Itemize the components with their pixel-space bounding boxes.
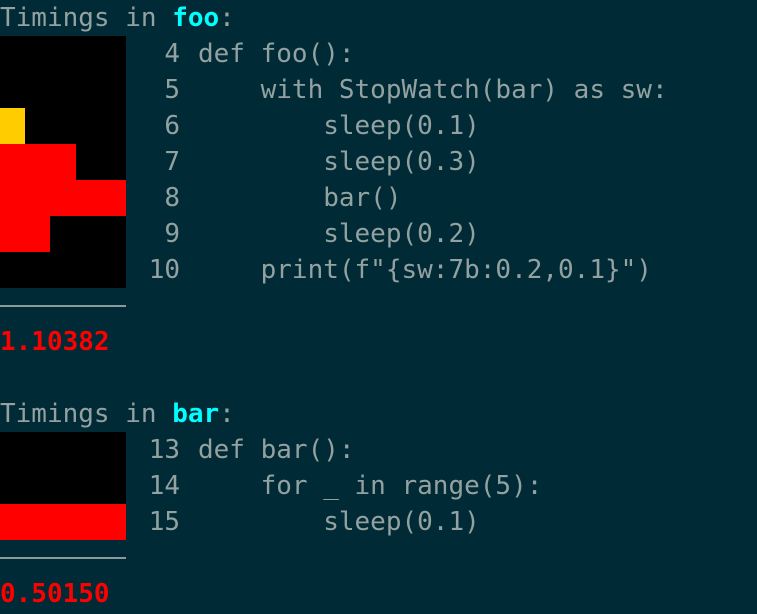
timing-bars <box>0 432 126 540</box>
total-time: 0.50150 <box>0 579 110 609</box>
code-text: def bar(): <box>198 435 355 465</box>
code-line: 4 def foo(): <box>126 36 355 72</box>
line-number: 9 <box>164 219 180 249</box>
line-number: 13 <box>148 435 180 465</box>
timing-bar <box>0 216 50 252</box>
line-number: 7 <box>164 147 180 177</box>
total-divider <box>0 305 126 307</box>
function-name: foo <box>172 3 220 33</box>
timing-bar <box>0 180 126 216</box>
code-text: sleep(0.3) <box>198 147 480 177</box>
function-name: bar <box>172 399 220 429</box>
line-number: 5 <box>164 75 180 105</box>
line-number: 8 <box>164 183 180 213</box>
timings-header-bar: Timings in bar: <box>0 396 235 432</box>
total-time: 1.10382 <box>0 327 110 357</box>
code-line: 15 sleep(0.1) <box>126 504 480 540</box>
line-number: 14 <box>148 471 180 501</box>
header-prefix: Timings in <box>0 399 173 429</box>
code-text: def foo(): <box>198 39 355 69</box>
code-line: 7 sleep(0.3) <box>126 144 480 180</box>
timing-bars <box>0 36 126 288</box>
code-line: 13 def bar(): <box>126 432 355 468</box>
line-number: 10 <box>148 255 180 285</box>
code-line: 5 with StopWatch(bar) as sw: <box>126 72 668 108</box>
code-text: sleep(0.1) <box>198 507 480 537</box>
line-number: 6 <box>164 111 180 141</box>
timing-bar <box>0 144 76 180</box>
code-line: 10 print(f"{sw:7b:0.2,0.1}") <box>126 252 652 288</box>
line-number: 4 <box>164 39 180 69</box>
header-prefix: Timings in <box>0 3 173 33</box>
timing-bar <box>0 504 126 540</box>
code-line: 9 sleep(0.2) <box>126 216 480 252</box>
code-text: print(f"{sw:7b:0.2,0.1}") <box>198 255 652 285</box>
header-suffix: : <box>219 399 235 429</box>
code-line: 8 bar() <box>126 180 402 216</box>
code-text: with StopWatch(bar) as sw: <box>198 75 668 105</box>
code-text: for _ in range(5): <box>198 471 543 501</box>
line-number: 15 <box>148 507 180 537</box>
code-line: 6 sleep(0.1) <box>126 108 480 144</box>
code-text: sleep(0.2) <box>198 219 480 249</box>
timing-bar <box>0 108 25 144</box>
code-line: 14 for _ in range(5): <box>126 468 543 504</box>
timings-header-foo: Timings in foo: <box>0 0 235 36</box>
code-text: sleep(0.1) <box>198 111 480 141</box>
header-suffix: : <box>219 3 235 33</box>
code-text: bar() <box>198 183 402 213</box>
total-divider <box>0 557 126 559</box>
